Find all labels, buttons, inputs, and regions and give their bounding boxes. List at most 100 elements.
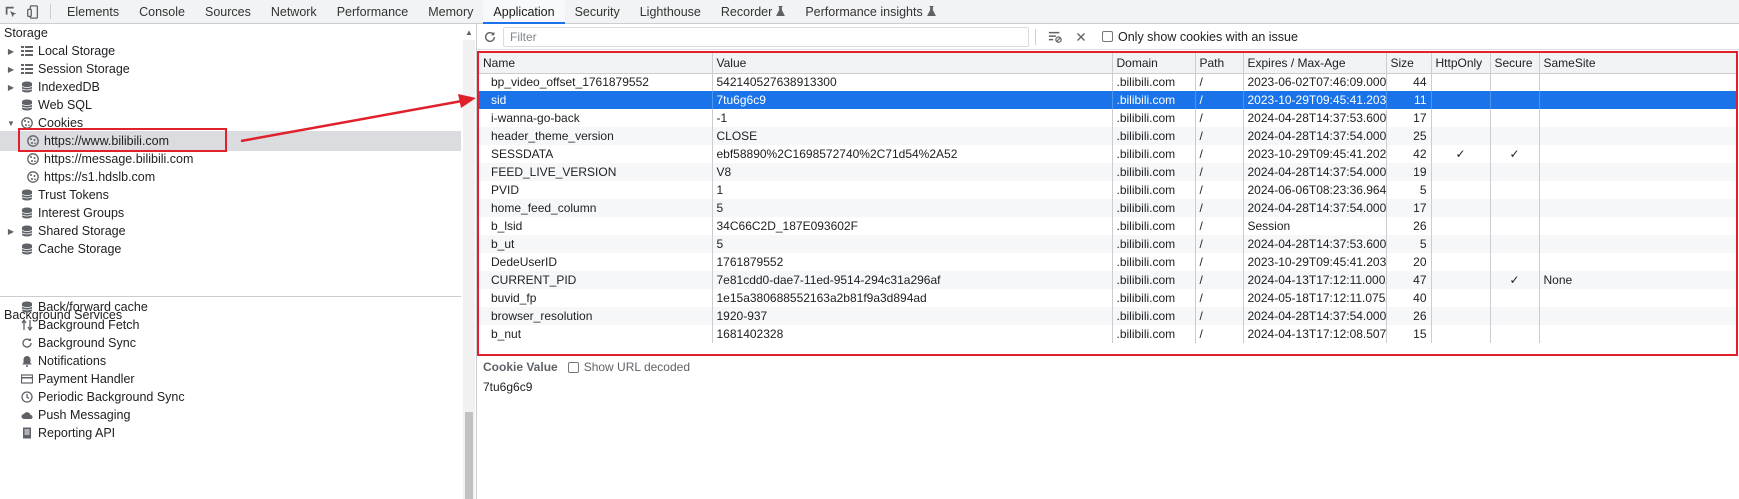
sidebar-scrollbar[interactable] bbox=[463, 40, 475, 499]
table-row[interactable]: header_theme_version CLOSE .bilibili.com/2… bbox=[479, 127, 1736, 145]
table-row[interactable]: browser_resolution 1920-937 .bilibili.com /… bbox=[479, 307, 1736, 325]
toolbar-divider bbox=[1035, 28, 1036, 45]
tab-network[interactable]: Network bbox=[261, 0, 327, 23]
sidebar-item-label: IndexedDB bbox=[38, 80, 100, 94]
filter-input[interactable] bbox=[510, 29, 1022, 44]
cell-domain: .bilibili.com bbox=[1112, 145, 1196, 163]
sidebar-scrollbar-thumb[interactable] bbox=[465, 412, 473, 499]
cookie-value-text[interactable]: 7tu6g6c9 bbox=[483, 380, 532, 394]
sidebar-item-payment-handler[interactable]: Payment Handler bbox=[0, 369, 461, 389]
clear-filtered-cookies-button[interactable] bbox=[1042, 24, 1068, 50]
sidebar-item-indexeddb[interactable]: ▶ IndexedDB bbox=[0, 77, 461, 97]
table-row[interactable]: b_nut 1681402328 .bilibili.com/2024-04-13T… bbox=[479, 325, 1736, 343]
tab-performance[interactable]: Performance bbox=[327, 0, 419, 23]
column-header-samesite[interactable]: SameSite bbox=[1539, 53, 1736, 74]
column-header-domain[interactable]: Domain bbox=[1112, 53, 1196, 74]
database-icon bbox=[20, 224, 34, 238]
column-header-expires-max-age[interactable]: Expires / Max-Age bbox=[1243, 53, 1387, 74]
sidebar-item-reporting-api[interactable]: Reporting API bbox=[0, 423, 461, 443]
cell-secure bbox=[1490, 163, 1540, 181]
tab-security[interactable]: Security bbox=[565, 0, 630, 23]
sidebar-item-label: Reporting API bbox=[38, 426, 116, 440]
column-header-httponly[interactable]: HttpOnly bbox=[1431, 53, 1491, 74]
table-row[interactable]: PVID 1 .bilibili.com/2024-06-06T08:23:36.9… bbox=[479, 181, 1736, 199]
chevron-right-icon[interactable]: ▶ bbox=[6, 46, 16, 56]
table-row[interactable]: SESSDATA ebf58890%2C1698572740%2C71d54%2A… bbox=[479, 145, 1736, 163]
sidebar-item-cache-storage[interactable]: Cache Storage bbox=[0, 239, 461, 259]
table-row[interactable]: FEED_LIVE_VERSION V8 .bilibili.com/2024-04… bbox=[479, 163, 1736, 181]
column-header-size[interactable]: Size bbox=[1386, 53, 1432, 74]
table-row[interactable]: bp_video_offset_1761879552 54214052763891… bbox=[479, 73, 1736, 91]
sidebar-item-trust-tokens[interactable]: Trust Tokens bbox=[0, 185, 461, 205]
table-row[interactable]: b_ut 5 .bilibili.com/2024-04-28T14:37:53.6… bbox=[479, 235, 1736, 253]
table-row[interactable]: CURRENT_PID 7e81cdd0-dae7-11ed-9514-294c3… bbox=[479, 271, 1736, 289]
show-url-decoded-wrap[interactable]: Show URL decoded bbox=[567, 360, 690, 374]
cell-size: 19 bbox=[1386, 163, 1432, 181]
sidebar-item-notifications[interactable]: Notifications bbox=[0, 351, 461, 371]
chevron-right-icon[interactable]: ▶ bbox=[6, 64, 16, 74]
sidebar-item-https-s1-hdslb-com[interactable]: https://s1.hdslb.com bbox=[0, 167, 461, 187]
column-header-path[interactable]: Path bbox=[1195, 53, 1244, 74]
refresh-button[interactable] bbox=[477, 24, 503, 50]
cell-value: 7e81cdd0-dae7-11ed-9514-294c31a296af bbox=[712, 271, 1113, 289]
tab-lighthouse[interactable]: Lighthouse bbox=[630, 0, 711, 23]
sidebar-item-periodic-background-sync[interactable]: Periodic Background Sync bbox=[0, 387, 461, 407]
sidebar-item-local-storage[interactable]: ▶ Local Storage bbox=[0, 41, 461, 61]
tab-elements[interactable]: Elements bbox=[57, 0, 129, 23]
cell-value: 5 bbox=[712, 235, 1113, 253]
table-row[interactable]: b_lsid 34C66C2D_187E093602F .bilibili.com /… bbox=[479, 217, 1736, 235]
cell-path: / bbox=[1195, 109, 1244, 127]
sidebar-item-label: https://message.bilibili.com bbox=[44, 152, 194, 166]
table-row-selected[interactable]: sid 7tu6g6c9 .bilibili.com/2023-10-29T09:4… bbox=[479, 91, 1736, 109]
sidebar-item-back-forward-cache[interactable]: Back/forward cache bbox=[0, 297, 461, 317]
scroll-up-arrow-icon[interactable]: ▲ bbox=[463, 26, 475, 38]
inspect-element-icon[interactable] bbox=[0, 0, 22, 23]
sidebar-item-background-sync[interactable]: Background Sync bbox=[0, 333, 461, 353]
table-row[interactable]: i-wanna-go-back -1 .bilibili.com/2024-04-2… bbox=[479, 109, 1736, 127]
cell-path: / bbox=[1195, 253, 1244, 271]
cookie-icon bbox=[26, 170, 40, 184]
cell-httponly bbox=[1431, 253, 1491, 271]
show-url-decoded-checkbox[interactable] bbox=[567, 361, 579, 373]
sidebar-item-background-fetch[interactable]: Background Fetch bbox=[0, 315, 461, 335]
only-issues-checkbox-wrap[interactable]: Only show cookies with an issue bbox=[1102, 30, 1298, 44]
cookie-value-header: Cookie Value Show URL decoded bbox=[483, 360, 690, 374]
sidebar-item-shared-storage[interactable]: ▶ Shared Storage bbox=[0, 221, 461, 241]
table-row[interactable]: home_feed_column 5 .bilibili.com/2024-04-2… bbox=[479, 199, 1736, 217]
cell-httponly bbox=[1431, 181, 1491, 199]
filter-input-box[interactable] bbox=[503, 26, 1029, 47]
tab-recorder[interactable]: Recorder bbox=[711, 0, 795, 23]
tab-sources[interactable]: Sources bbox=[195, 0, 261, 23]
cell-value: -1 bbox=[712, 109, 1113, 127]
table-row[interactable]: buvid_fp 1e15a380688552163a2b81f9a3d894ad… bbox=[479, 289, 1736, 307]
sidebar-item-label: Shared Storage bbox=[38, 224, 126, 238]
sidebar-item-label: Notifications bbox=[38, 354, 107, 368]
sidebar-item-web-sql[interactable]: Web SQL bbox=[0, 95, 461, 115]
tab-memory[interactable]: Memory bbox=[418, 0, 483, 23]
cell-path: / bbox=[1195, 217, 1244, 235]
sidebar-item-push-messaging[interactable]: Push Messaging bbox=[0, 405, 461, 425]
chevron-right-icon[interactable]: ▶ bbox=[6, 82, 16, 92]
delete-selected-button[interactable] bbox=[1068, 24, 1094, 50]
tab-performance-insights[interactable]: Performance insights bbox=[795, 0, 945, 23]
device-toolbar-icon[interactable] bbox=[22, 0, 44, 23]
cell-size: 5 bbox=[1386, 235, 1432, 253]
panel-tabs: Elements Console Sources Network Performance… bbox=[57, 0, 946, 24]
cell-expires: 2024-04-28T14:37:54.000Z bbox=[1243, 127, 1387, 145]
chevron-down-icon[interactable]: ▼ bbox=[6, 118, 16, 128]
column-header-secure[interactable]: Secure bbox=[1490, 53, 1540, 74]
only-issues-checkbox[interactable] bbox=[1102, 31, 1113, 42]
cell-samesite bbox=[1539, 325, 1736, 343]
sidebar-item-label: Trust Tokens bbox=[38, 188, 109, 202]
cell-size: 15 bbox=[1386, 325, 1432, 343]
column-header-name[interactable]: Name bbox=[479, 53, 713, 74]
tab-console[interactable]: Console bbox=[129, 0, 195, 23]
column-header-value[interactable]: Value bbox=[712, 53, 1113, 74]
sidebar-item-https-message-bilibili-com[interactable]: https://message.bilibili.com bbox=[0, 149, 461, 169]
chevron-right-icon[interactable]: ▶ bbox=[6, 226, 16, 236]
sidebar-item-interest-groups[interactable]: Interest Groups bbox=[0, 203, 461, 223]
table-row[interactable]: DedeUserID 1761879552 .bilibili.com/2023-1… bbox=[479, 253, 1736, 271]
sidebar-item-session-storage[interactable]: ▶ Session Storage bbox=[0, 59, 461, 79]
tab-application[interactable]: Application bbox=[483, 0, 565, 24]
